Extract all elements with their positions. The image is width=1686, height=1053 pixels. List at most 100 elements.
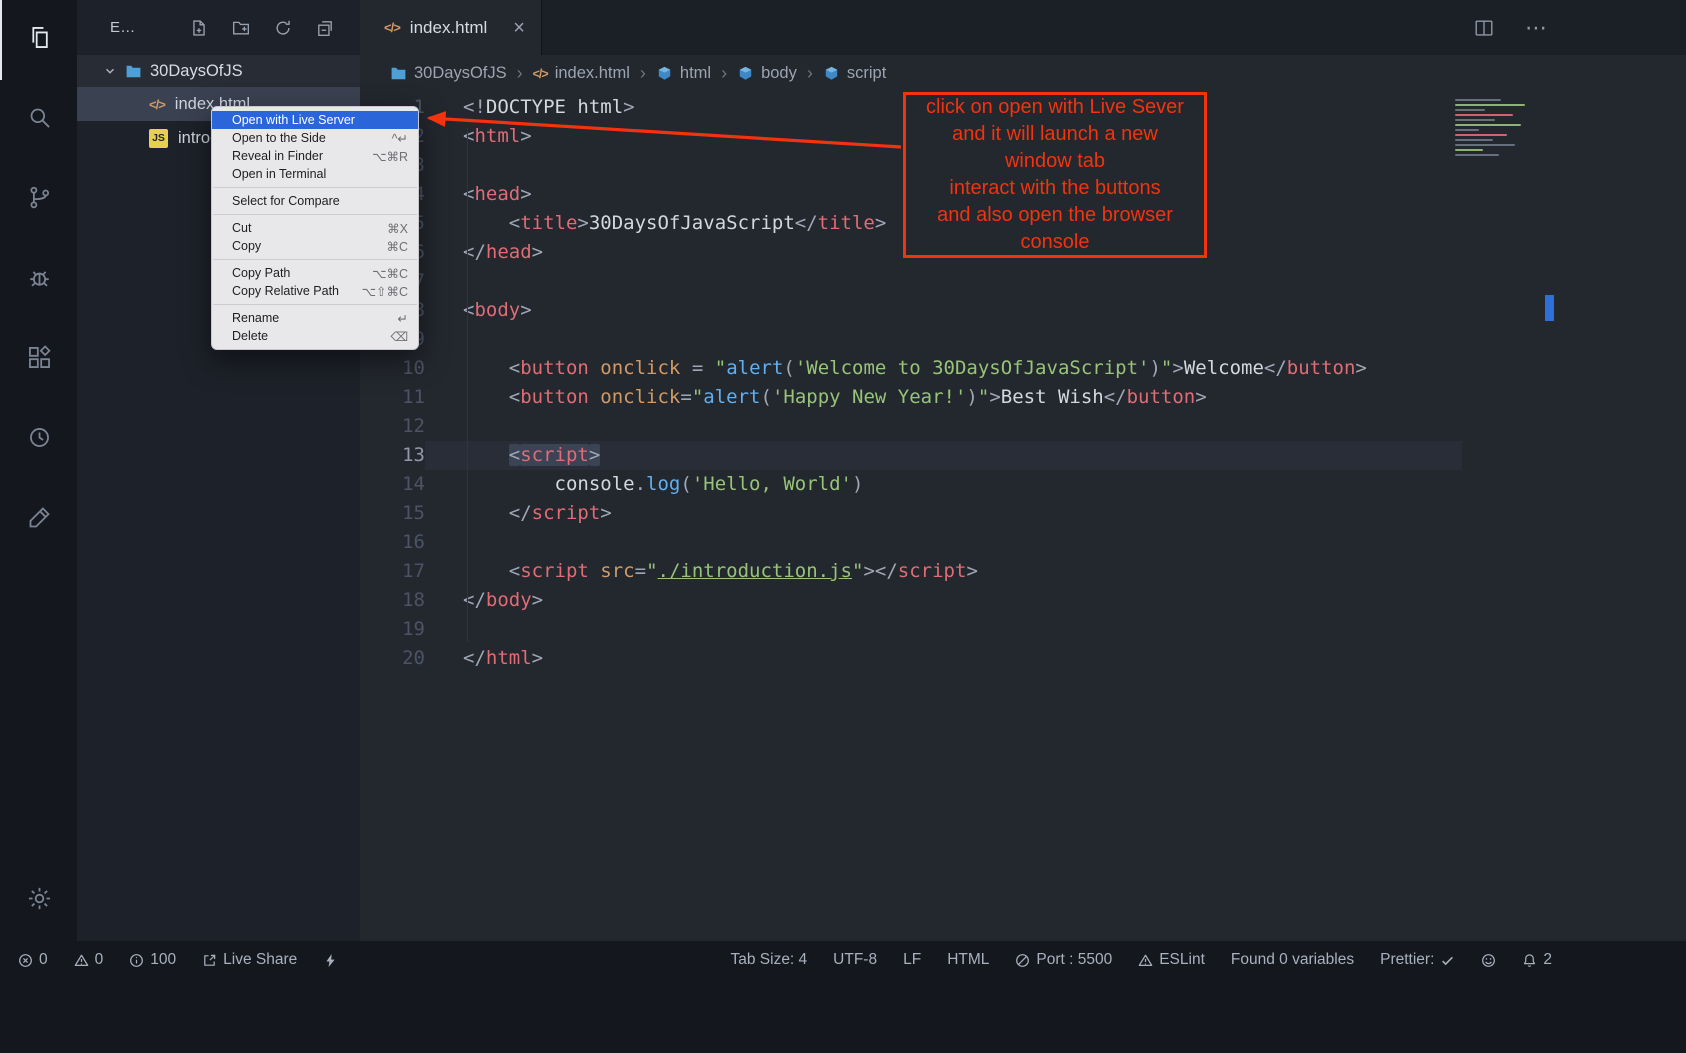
- close-icon[interactable]: ×: [513, 18, 525, 38]
- menu-item-copy-relative-path[interactable]: Copy Relative Path⌥⇧⌘C: [212, 282, 418, 300]
- code-line-11[interactable]: 11 <button onclick="alert('Happy New Yea…: [360, 383, 1686, 412]
- collapse-all-icon[interactable]: [316, 19, 334, 37]
- code-line-9[interactable]: 9: [360, 325, 1686, 354]
- code-line-7[interactable]: 7: [360, 267, 1686, 296]
- menu-item-open-to-the-side[interactable]: Open to the Side^↵: [212, 129, 418, 147]
- tree-root-folder[interactable]: 30DaysOfJS: [77, 55, 360, 87]
- code-line-16[interactable]: 16: [360, 528, 1686, 557]
- activity-run-debug[interactable]: [0, 240, 77, 320]
- code-line-14[interactable]: 14 console.log('Hello, World'): [360, 470, 1686, 499]
- code-line-20[interactable]: 20</html>: [360, 644, 1686, 673]
- activity-source-control[interactable]: [0, 160, 77, 240]
- code-line-10[interactable]: 10 <button onclick = "alert('Welcome to …: [360, 354, 1686, 383]
- menu-item-label: Select for Compare: [232, 194, 340, 208]
- status-smiley[interactable]: [1481, 953, 1496, 968]
- code-line-13[interactable]: 13 <script>: [360, 441, 1686, 470]
- bell-icon: [1522, 953, 1537, 968]
- status-port-5500[interactable]: Port : 5500: [1015, 951, 1112, 969]
- line-number: 13: [360, 441, 425, 470]
- breadcrumb-30daysofjs[interactable]: 30DaysOfJS: [390, 64, 507, 83]
- status-found-0-variables[interactable]: Found 0 variables: [1231, 951, 1354, 969]
- extensions-icon: [26, 344, 53, 376]
- new-file-icon[interactable]: [190, 19, 208, 37]
- folder-icon: [125, 63, 142, 80]
- code-line-18[interactable]: 18</body>: [360, 586, 1686, 615]
- line-number: 18: [360, 586, 425, 615]
- line-content: [425, 615, 1686, 644]
- breadcrumb-index-html[interactable]: </>index.html: [533, 64, 630, 83]
- menu-item-open-with-live-server[interactable]: Open with Live Server: [212, 111, 418, 129]
- menu-item-label: Copy Relative Path: [232, 284, 339, 298]
- status-label: HTML: [947, 951, 989, 969]
- status-bar: 0 0 100 Live Share Tab Size: 4 UTF-8 LF HTML Po…: [0, 941, 1686, 1053]
- menu-item-shortcut: ⌘C: [386, 239, 408, 254]
- settings-gear-icon: [26, 885, 53, 917]
- menu-item-label: Rename: [232, 311, 279, 325]
- status-html[interactable]: HTML: [947, 951, 989, 969]
- more-actions-icon[interactable]: ⋯: [1525, 15, 1548, 41]
- new-folder-icon[interactable]: [232, 19, 250, 37]
- code-line-19[interactable]: 19: [360, 615, 1686, 644]
- menu-item-shortcut: ⌥⌘R: [372, 149, 408, 164]
- menu-item-copy[interactable]: Copy ⌘C: [212, 237, 418, 255]
- split-editor-icon[interactable]: [1473, 17, 1495, 39]
- annotation-line: interact with the buttons: [949, 175, 1160, 202]
- menu-item-copy-path[interactable]: Copy Path⌥⌘C: [212, 264, 418, 282]
- explorer-header: E…: [77, 0, 360, 55]
- code-line-8[interactable]: 8<body>: [360, 296, 1686, 325]
- breadcrumb-label: 30DaysOfJS: [414, 64, 507, 83]
- activity-bar: [0, 0, 77, 941]
- menu-item-shortcut: ⌘X: [387, 221, 408, 236]
- menu-item-label: Copy: [232, 239, 261, 253]
- menu-item-select-for-compare[interactable]: Select for Compare: [212, 192, 418, 210]
- line-content: [425, 325, 1686, 354]
- smiley-icon: [1481, 953, 1496, 968]
- search-icon: [26, 104, 53, 136]
- status-0[interactable]: 0: [18, 951, 48, 969]
- line-number: 20: [360, 644, 425, 673]
- status-live-share[interactable]: Live Share: [202, 951, 297, 969]
- status-100[interactable]: 100: [129, 951, 176, 969]
- status-tab-size-4[interactable]: Tab Size: 4: [730, 951, 807, 969]
- activity-history[interactable]: [0, 400, 77, 480]
- status-lf[interactable]: LF: [903, 951, 921, 969]
- status-utf-8[interactable]: UTF-8: [833, 951, 877, 969]
- chevron-right-icon: ›: [517, 63, 523, 84]
- activity-explorer[interactable]: [0, 0, 77, 80]
- refresh-icon[interactable]: [274, 19, 292, 37]
- menu-item-delete[interactable]: Delete⌫: [212, 327, 418, 345]
- status-2[interactable]: 2: [1522, 951, 1552, 969]
- activity-extensions[interactable]: [0, 320, 77, 400]
- line-number: 10: [360, 354, 425, 383]
- code-icon: </>: [533, 67, 548, 81]
- minimap[interactable]: [1455, 96, 1543, 159]
- annotation-line: window tab: [1005, 148, 1105, 175]
- breadcrumb-script[interactable]: script: [823, 64, 886, 83]
- breadcrumb-body[interactable]: body: [737, 64, 797, 83]
- menu-item-cut[interactable]: Cut⌘X: [212, 219, 418, 237]
- code-line-17[interactable]: 17 <script src="./introduction.js"></scr…: [360, 557, 1686, 586]
- activity-search[interactable]: [0, 80, 77, 160]
- status-bolt[interactable]: [323, 953, 338, 968]
- breadcrumb-html[interactable]: html: [656, 64, 711, 83]
- code-line-12[interactable]: 12: [360, 412, 1686, 441]
- status-0[interactable]: 0: [74, 951, 104, 969]
- menu-item-label: Open with Live Server: [232, 113, 355, 127]
- line-content: [425, 267, 1686, 296]
- status-prettier[interactable]: Prettier:: [1380, 951, 1455, 969]
- explorer-title: E…: [110, 19, 136, 36]
- breadcrumb-label: script: [847, 64, 886, 83]
- menu-item-rename[interactable]: Rename↵: [212, 309, 418, 327]
- activity-annotate[interactable]: [0, 480, 77, 560]
- chevron-right-icon: ›: [721, 63, 727, 84]
- code-line-15[interactable]: 15 </script>: [360, 499, 1686, 528]
- menu-separator: [213, 259, 417, 260]
- menu-item-label: Open to the Side: [232, 131, 326, 145]
- status-eslint[interactable]: ESLint: [1138, 951, 1205, 969]
- tab-index-html[interactable]: </> index.html ×: [360, 0, 542, 55]
- activity-spacer: [0, 560, 77, 861]
- activity-settings[interactable]: [0, 861, 77, 941]
- menu-item-open-in-terminal[interactable]: Open in Terminal: [212, 165, 418, 183]
- menu-item-reveal-in-finder[interactable]: Reveal in Finder⌥⌘R: [212, 147, 418, 165]
- annotation-line: and it will launch a new: [952, 121, 1158, 148]
